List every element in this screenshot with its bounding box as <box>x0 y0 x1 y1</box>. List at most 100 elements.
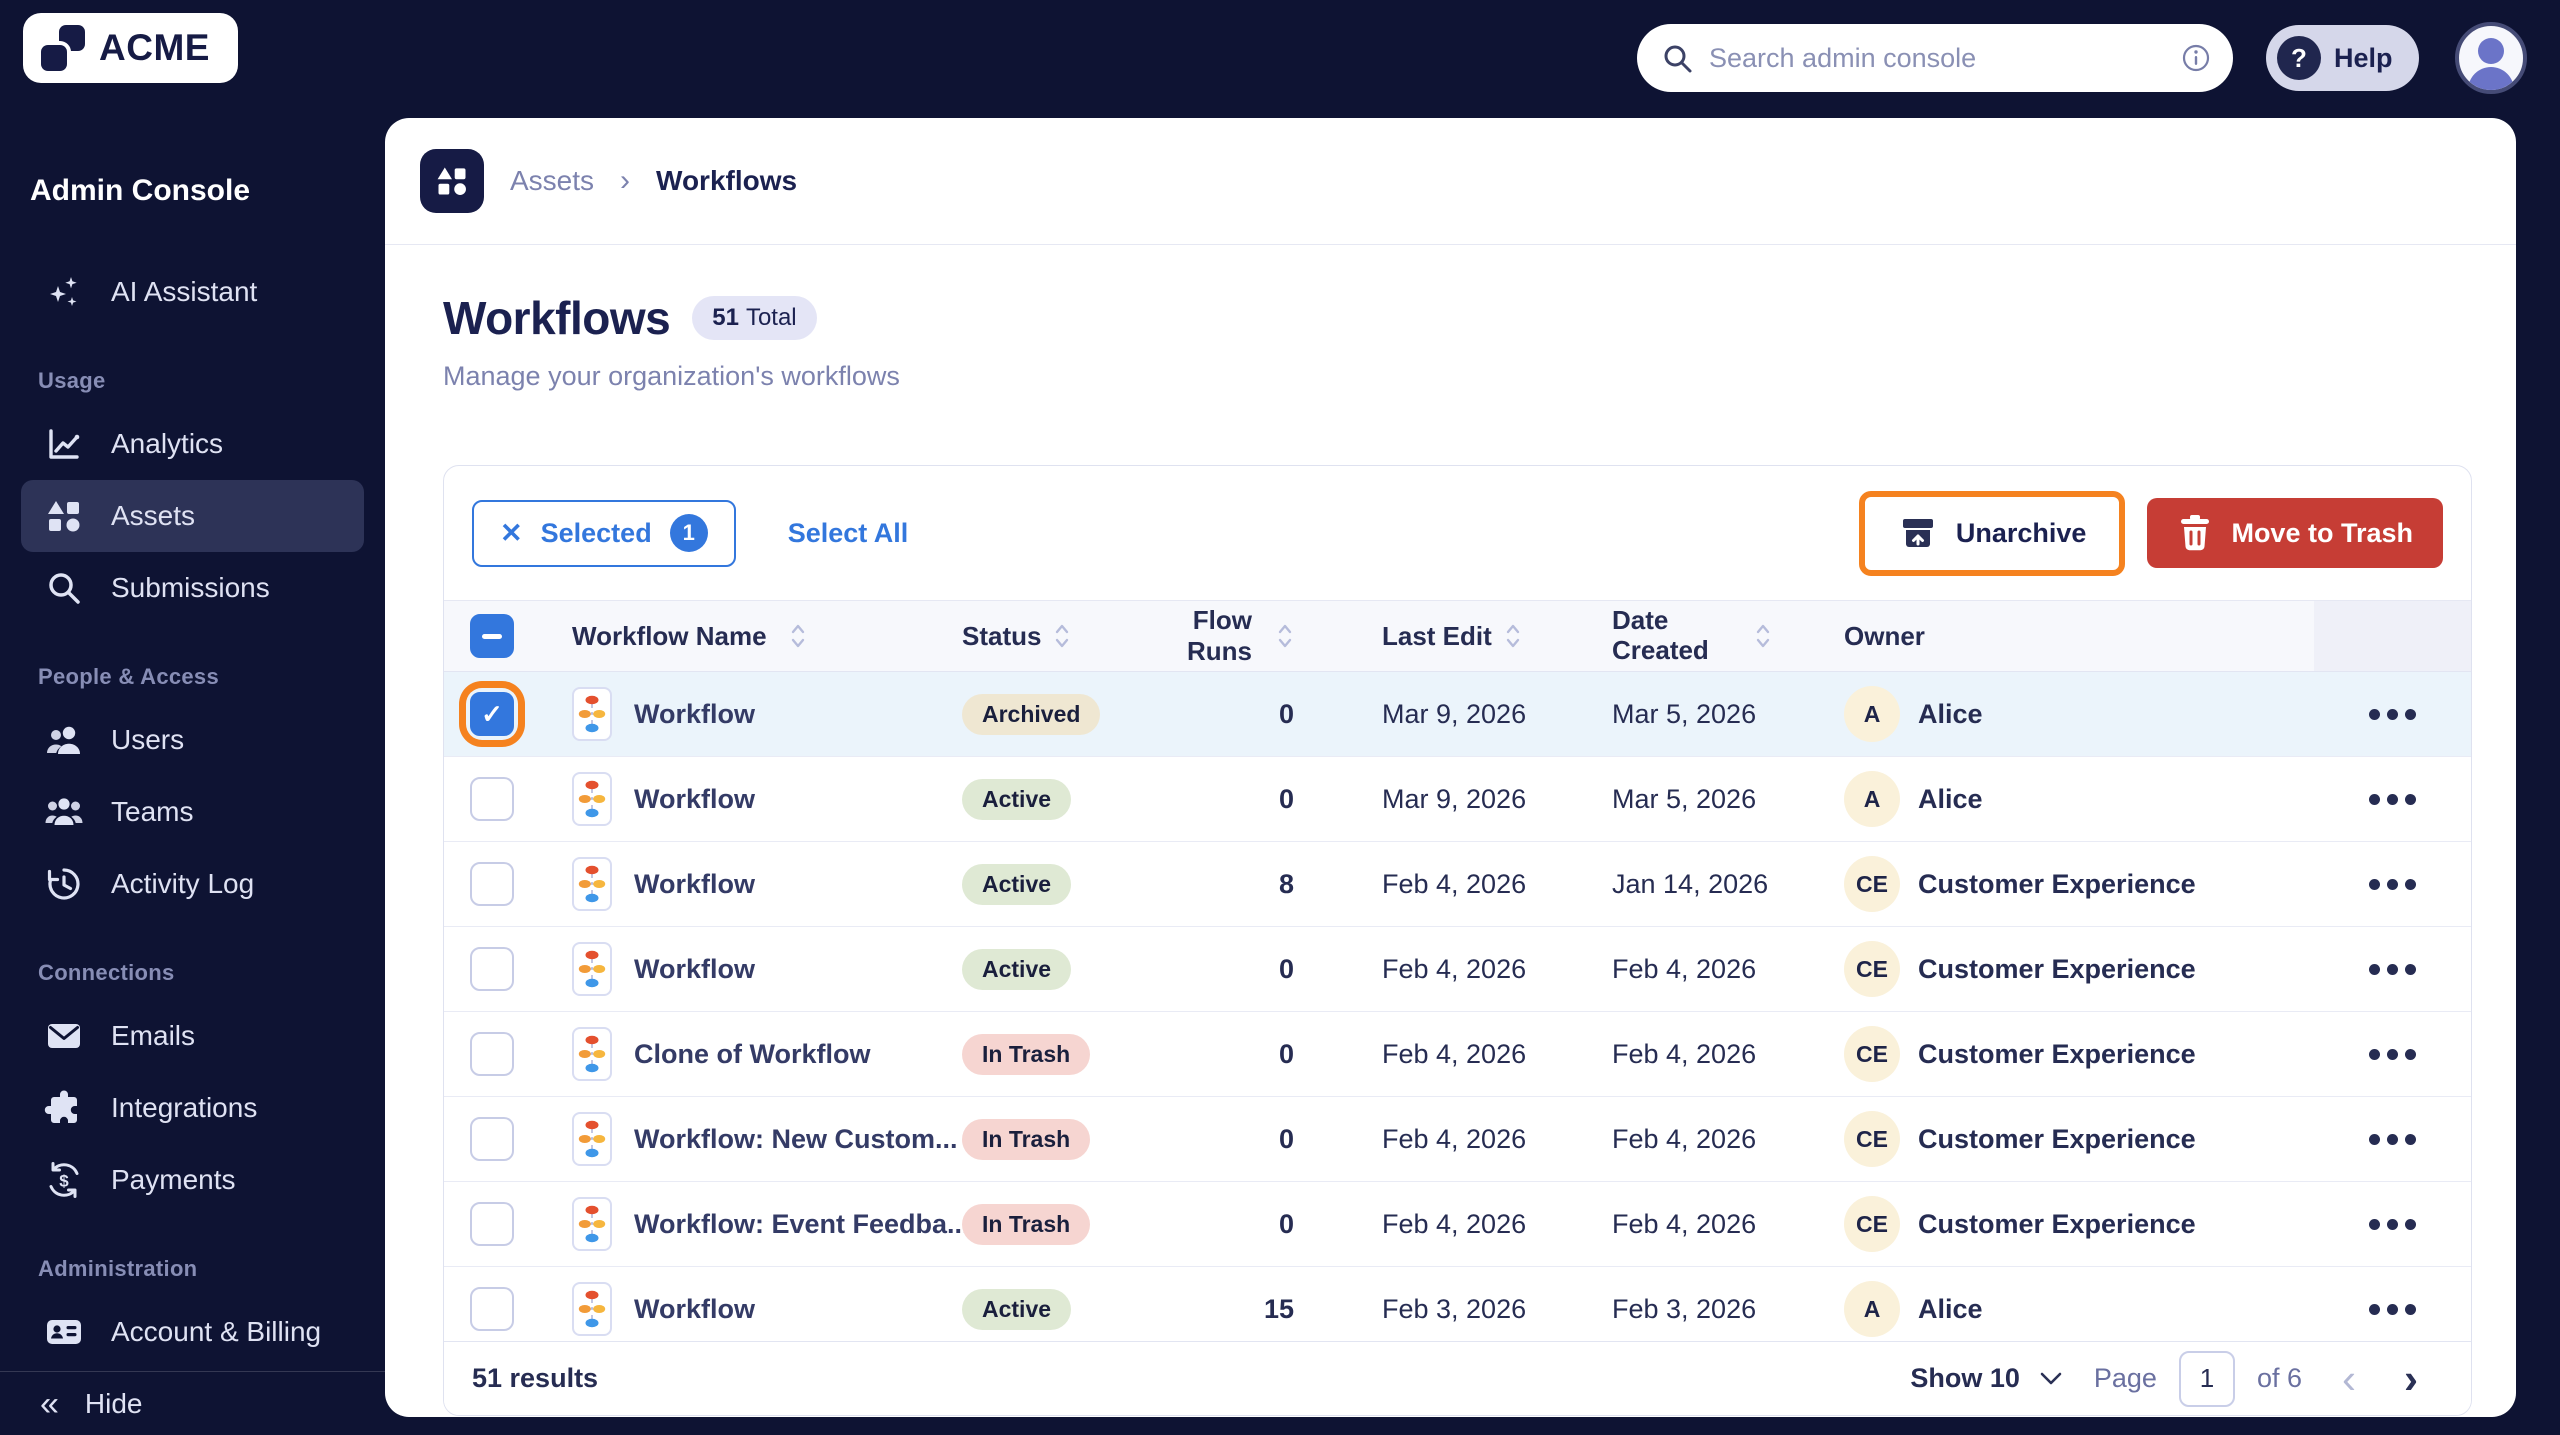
row-checkbox[interactable] <box>470 777 514 821</box>
table-header: Workflow Name Status Flow Runs Last Edit… <box>444 600 2471 672</box>
table-row[interactable]: Workflow Active 0 Feb 4, 2026 Feb 4, 202… <box>444 927 2471 1012</box>
last-edit-value: Feb 3, 2026 <box>1344 1267 1584 1341</box>
ellipsis-icon <box>2369 709 2416 720</box>
sidebar-item-users[interactable]: Users <box>21 704 364 776</box>
sidebar-section: Connections Emails Integrations $ Paymen… <box>0 960 385 1216</box>
row-actions-menu[interactable] <box>2314 842 2471 926</box>
sidebar-section: People & Access Users Teams Activity Log <box>0 664 385 920</box>
topbar: ACME ? Help <box>0 0 2560 118</box>
date-created-value: Feb 3, 2026 <box>1584 1267 1834 1341</box>
sidebar-item-assets[interactable]: Assets <box>21 480 364 552</box>
column-header-status[interactable]: Status <box>954 601 1184 671</box>
row-actions-menu[interactable] <box>2314 1267 2471 1341</box>
page-size-select[interactable]: Show 10 <box>1910 1363 2062 1394</box>
row-actions-menu[interactable] <box>2314 757 2471 841</box>
column-header-last-edit[interactable]: Last Edit <box>1344 601 1584 671</box>
column-header-date-created[interactable]: Date Created <box>1584 601 1834 671</box>
breadcrumb-current: Workflows <box>656 165 797 197</box>
owner-name: Alice <box>1918 699 1983 730</box>
search-input[interactable] <box>1709 43 2165 74</box>
workflows-table-card: ✕ Selected 1 Select All Unarchive Move t… <box>443 465 2472 1416</box>
row-actions-menu[interactable] <box>2314 1097 2471 1181</box>
sidebar-item-teams[interactable]: Teams <box>21 776 364 848</box>
table-row[interactable]: Workflow Active 0 Mar 9, 2026 Mar 5, 202… <box>444 757 2471 842</box>
flow-runs-value: 0 <box>1184 672 1344 756</box>
status-badge: Archived <box>962 694 1100 735</box>
help-button[interactable]: ? Help <box>2266 25 2419 91</box>
user-avatar[interactable] <box>2455 22 2527 94</box>
info-icon[interactable] <box>2181 43 2211 73</box>
sidebar-item-payments[interactable]: $ Payments <box>21 1144 364 1216</box>
table-row[interactable]: Clone of Workflow In Trash 0 Feb 4, 2026… <box>444 1012 2471 1097</box>
owner-avatar: CE <box>1844 941 1900 997</box>
row-checkbox[interactable] <box>470 1117 514 1161</box>
table-row[interactable]: ✓ Workflow Archived 0 Mar 9, 2026 Mar 5,… <box>444 672 2471 757</box>
column-header-owner[interactable]: Owner <box>1834 601 2314 671</box>
owner-avatar: A <box>1844 771 1900 827</box>
workflow-name: Clone of Workflow <box>634 1039 871 1070</box>
row-actions-menu[interactable] <box>2314 672 2471 756</box>
sidebar-item-emails[interactable]: Emails <box>21 1000 364 1072</box>
row-checkbox[interactable] <box>470 1202 514 1246</box>
row-actions-menu[interactable] <box>2314 1012 2471 1096</box>
row-checkbox[interactable]: ✓ <box>470 692 514 736</box>
table-row[interactable]: Workflow: New Custom... In Trash 0 Feb 4… <box>444 1097 2471 1182</box>
workflow-icon <box>572 1027 612 1081</box>
ellipsis-icon <box>2369 879 2416 890</box>
clear-selection-button[interactable]: ✕ Selected 1 <box>472 500 736 567</box>
collapse-icon: « <box>40 1387 59 1421</box>
select-all-button[interactable]: Select All <box>788 518 909 549</box>
row-actions-menu[interactable] <box>2314 1182 2471 1266</box>
page-title: Workflows <box>443 291 670 345</box>
flow-runs-value: 0 <box>1184 757 1344 841</box>
owner-avatar: CE <box>1844 1111 1900 1167</box>
breadcrumb-assets-link[interactable]: Assets <box>510 165 594 197</box>
last-edit-value: Feb 4, 2026 <box>1344 842 1584 926</box>
table-row[interactable]: Workflow: Event Feedba... In Trash 0 Feb… <box>444 1182 2471 1267</box>
table-row[interactable]: Workflow Active 15 Feb 3, 2026 Feb 3, 20… <box>444 1267 2471 1341</box>
previous-page-button[interactable]: ‹ <box>2334 1358 2364 1400</box>
users-icon <box>43 719 85 761</box>
acme-logo[interactable]: ACME <box>23 13 238 83</box>
workflow-icon <box>572 857 612 911</box>
sidebar-item-ai-assistant[interactable]: AI Assistant <box>21 256 364 328</box>
status-badge: Active <box>962 779 1071 820</box>
submissions-icon <box>43 567 85 609</box>
workflow-name: Workflow <box>634 784 755 815</box>
date-created-value: Mar 5, 2026 <box>1584 757 1834 841</box>
owner-avatar: A <box>1844 686 1900 742</box>
total-count-badge: 51Total <box>692 296 816 340</box>
row-checkbox[interactable] <box>470 862 514 906</box>
workflow-icon <box>572 942 612 996</box>
row-checkbox[interactable] <box>470 1032 514 1076</box>
unarchive-button[interactable]: Unarchive <box>1868 500 2117 567</box>
sidebar-section: Administration Account & Billing <box>0 1256 385 1368</box>
sidebar-item-analytics[interactable]: Analytics <box>21 408 364 480</box>
last-edit-value: Mar 9, 2026 <box>1344 672 1584 756</box>
row-checkbox[interactable] <box>470 1287 514 1331</box>
date-created-value: Feb 4, 2026 <box>1584 1097 1834 1181</box>
sidebar-hide-button[interactable]: « Hide <box>0 1371 385 1435</box>
last-edit-value: Mar 9, 2026 <box>1344 757 1584 841</box>
owner-name: Alice <box>1918 784 1983 815</box>
sidebar-item-submissions[interactable]: Submissions <box>21 552 364 624</box>
table-row[interactable]: Workflow Active 8 Feb 4, 2026 Jan 14, 20… <box>444 842 2471 927</box>
status-badge: In Trash <box>962 1204 1090 1245</box>
owner-avatar: CE <box>1844 1026 1900 1082</box>
row-checkbox[interactable] <box>470 947 514 991</box>
row-actions-menu[interactable] <box>2314 927 2471 1011</box>
page-number-input[interactable] <box>2179 1351 2235 1407</box>
sidebar-item-integrations[interactable]: Integrations <box>21 1072 364 1144</box>
column-header-flow-runs[interactable]: Flow Runs <box>1184 601 1344 671</box>
move-to-trash-button[interactable]: Move to Trash <box>2147 498 2443 568</box>
ellipsis-icon <box>2369 1134 2416 1145</box>
page-header: Workflows 51Total Manage your organizati… <box>385 245 2516 392</box>
breadcrumb: Assets › Workflows <box>385 118 2516 245</box>
search-icon <box>1661 42 1693 74</box>
sidebar-item-activity-log[interactable]: Activity Log <box>21 848 364 920</box>
unarchive-annotation-frame: Unarchive <box>1859 491 2126 576</box>
sidebar-item-account-billing[interactable]: Account & Billing <box>21 1296 364 1368</box>
column-header-workflow-name[interactable]: Workflow Name <box>564 601 954 671</box>
next-page-button[interactable]: › <box>2396 1358 2426 1400</box>
select-all-checkbox[interactable] <box>444 601 564 671</box>
